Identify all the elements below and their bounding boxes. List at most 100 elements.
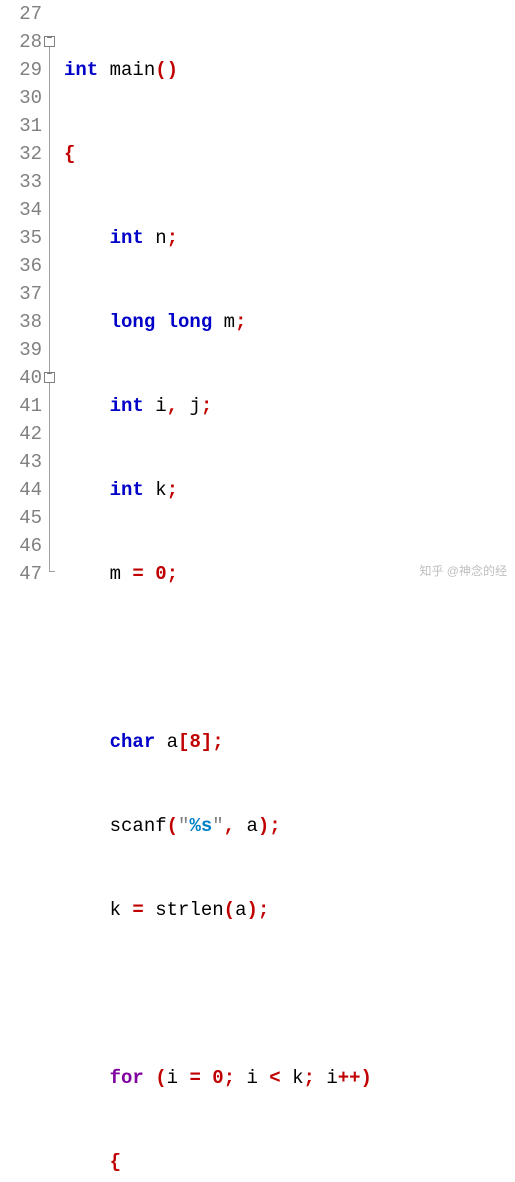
string-quote: ": [212, 815, 223, 837]
code-line: int i, j;: [64, 392, 515, 420]
line-number: 42: [0, 420, 42, 448]
keyword: int: [64, 59, 98, 81]
number: 8: [189, 731, 200, 753]
semicolon: ;: [235, 311, 246, 333]
identifier: a: [246, 815, 257, 837]
paren: ): [361, 1067, 372, 1089]
semicolon: ;: [269, 815, 280, 837]
string-quote: ": [178, 815, 189, 837]
fold-column: [44, 0, 58, 1182]
operator: =: [132, 899, 143, 921]
indent: [64, 899, 110, 921]
identifier: n: [155, 227, 166, 249]
line-number: 32: [0, 140, 42, 168]
code-line: long long m;: [64, 308, 515, 336]
paren: ): [258, 815, 269, 837]
code-line: [64, 980, 515, 1008]
indent: [64, 815, 110, 837]
paren: (: [224, 899, 235, 921]
code-line: scanf("%s", a);: [64, 812, 515, 840]
fold-toggle-icon[interactable]: [44, 372, 55, 383]
identifier: m: [224, 311, 235, 333]
semicolon: ;: [212, 731, 223, 753]
function-name: strlen: [155, 899, 223, 921]
line-number: 39: [0, 336, 42, 364]
line-number: 46: [0, 532, 42, 560]
keyword: int: [110, 395, 144, 417]
keyword: int: [110, 227, 144, 249]
line-number: 30: [0, 84, 42, 112]
semicolon: ;: [224, 1067, 235, 1089]
code-line: char a[8];: [64, 728, 515, 756]
line-number: 27: [0, 0, 42, 28]
line-number: 38: [0, 308, 42, 336]
keyword: long: [110, 311, 156, 333]
indent: [64, 311, 110, 333]
line-number-gutter: 27 28 29 30 31 32 33 34 35 36 37 38 39 4…: [0, 0, 44, 1182]
semicolon: ;: [167, 227, 178, 249]
indent: [64, 395, 110, 417]
keyword: long: [167, 311, 213, 333]
line-number: 44: [0, 476, 42, 504]
identifier: i: [155, 395, 166, 417]
comma: ,: [167, 395, 178, 417]
line-number: 43: [0, 448, 42, 476]
operator: <: [269, 1067, 280, 1089]
keyword: for: [110, 1067, 144, 1089]
semicolon: ;: [258, 899, 269, 921]
indent: [64, 731, 110, 753]
operator: ++: [338, 1067, 361, 1089]
line-number: 37: [0, 280, 42, 308]
code-line: {: [64, 140, 515, 168]
line-number: 45: [0, 504, 42, 532]
semicolon: ;: [167, 563, 178, 585]
bracket: ]: [201, 731, 212, 753]
code-line: int n;: [64, 224, 515, 252]
fold-end-icon: [49, 571, 55, 572]
function-name: scanf: [110, 815, 167, 837]
identifier: j: [189, 395, 200, 417]
code-line: int k;: [64, 476, 515, 504]
line-number: 47: [0, 560, 42, 588]
line-number: 36: [0, 252, 42, 280]
fold-guide: [49, 47, 50, 571]
identifier: k: [110, 899, 121, 921]
identifier: k: [155, 479, 166, 501]
line-number: 40: [0, 364, 42, 392]
number: 0: [155, 563, 166, 585]
indent: [64, 1067, 110, 1089]
line-number: 34: [0, 196, 42, 224]
code-line: [64, 644, 515, 672]
paren: (: [155, 1067, 166, 1089]
code-line: for (i = 0; i < k; i++): [64, 1064, 515, 1092]
fold-toggle-icon[interactable]: [44, 36, 55, 47]
semicolon: ;: [201, 395, 212, 417]
operator: =: [189, 1067, 200, 1089]
paren: (: [155, 59, 166, 81]
format-spec: %s: [189, 815, 212, 837]
code-line: k = strlen(a);: [64, 896, 515, 924]
operator: =: [132, 563, 143, 585]
indent: [64, 1151, 110, 1173]
brace: {: [110, 1151, 121, 1173]
identifier: i: [167, 1067, 178, 1089]
bracket: [: [178, 731, 189, 753]
line-number: 29: [0, 56, 42, 84]
line-number: 33: [0, 168, 42, 196]
code-line: {: [64, 1148, 515, 1176]
identifier: i: [326, 1067, 337, 1089]
paren: ): [167, 59, 178, 81]
identifier: m: [110, 563, 121, 585]
function-name: main: [110, 59, 156, 81]
identifier: k: [292, 1067, 303, 1089]
keyword: int: [110, 479, 144, 501]
line-number: 41: [0, 392, 42, 420]
number: 0: [212, 1067, 223, 1089]
identifier: i: [246, 1067, 257, 1089]
brace: {: [64, 143, 75, 165]
code-editor: 27 28 29 30 31 32 33 34 35 36 37 38 39 4…: [0, 0, 515, 1182]
semicolon: ;: [167, 479, 178, 501]
semicolon: ;: [304, 1067, 315, 1089]
code-line: int main(): [64, 56, 515, 84]
code-area: int main() { int n; long long m; int i, …: [58, 0, 515, 1182]
